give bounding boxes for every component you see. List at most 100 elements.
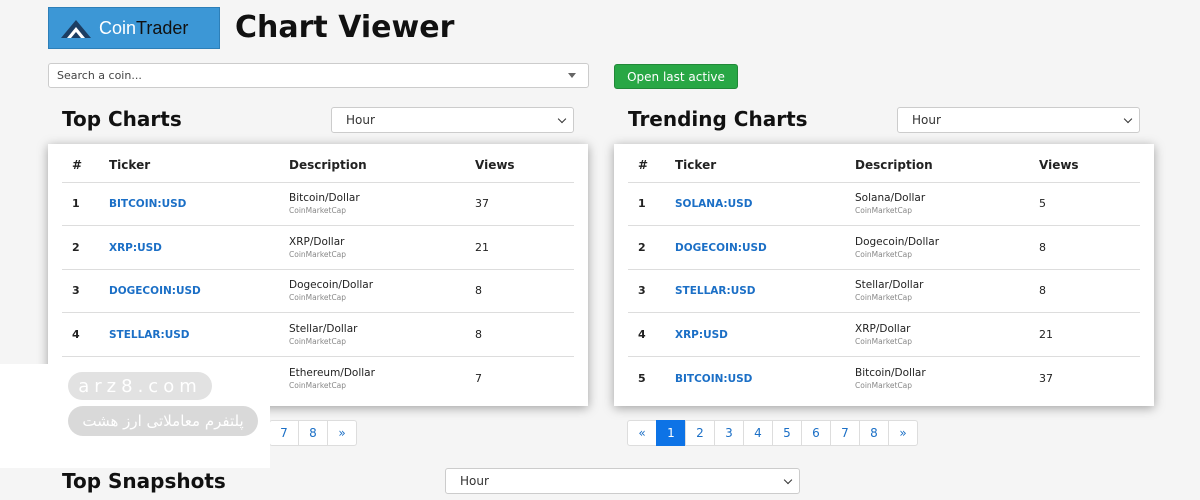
page-8-button[interactable]: 8	[859, 420, 889, 446]
source-text: CoinMarketCap	[289, 380, 347, 390]
ticker-link[interactable]: BITCOIN:USD	[675, 373, 752, 385]
table-header-row: # Ticker Description Views	[62, 148, 574, 183]
rank-cell: 4	[62, 312, 109, 357]
mountain-logo-icon	[61, 20, 91, 38]
watermark-tagline: پلتفرم معاملاتی ارز هشت	[68, 406, 258, 436]
col-rank-header: #	[628, 148, 675, 183]
table-row[interactable]: 1 BITCOIN:USD Bitcoin/Dollar CoinMarketCa…	[62, 182, 574, 226]
period-value: Hour	[460, 474, 489, 488]
col-ticker-header: Ticker	[675, 148, 855, 183]
description-text: Stellar/Dollar	[855, 279, 924, 292]
ticker-link[interactable]: DOGECOIN:USD	[109, 285, 201, 297]
page-8-button[interactable]: 8	[298, 420, 328, 446]
views-cell: 37	[475, 182, 574, 226]
caret-down-icon[interactable]	[568, 73, 576, 78]
ticker-link[interactable]: STELLAR:USD	[675, 285, 756, 297]
table-row[interactable]: 2 XRP:USD XRP/Dollar CoinMarketCap 21	[62, 225, 574, 270]
logo-text: CoinTrader	[99, 17, 189, 38]
page-3-button[interactable]: 3	[714, 420, 744, 446]
page-7-button[interactable]: 7	[830, 420, 860, 446]
table-row[interactable]: 3 STELLAR:USD Stellar/Dollar CoinMarketCa…	[628, 269, 1140, 313]
page-6-button[interactable]: 6	[801, 420, 831, 446]
ticker-link[interactable]: BITCOIN:USD	[109, 198, 186, 210]
source-text: CoinMarketCap	[855, 336, 913, 346]
ticker-link[interactable]: SOLANA:USD	[675, 198, 752, 210]
trending-charts-pagination: « 1 2 3 4 5 6 7 8 »	[627, 420, 918, 446]
table-row[interactable]: 3 DOGECOIN:USD Dogecoin/Dollar CoinMarket…	[62, 269, 574, 313]
source-text: CoinMarketCap	[855, 380, 913, 390]
description-text: Dogecoin/Dollar	[289, 279, 374, 292]
source-text: CoinMarketCap	[855, 293, 913, 303]
col-views-header: Views	[475, 148, 574, 183]
source-text: CoinMarketCap	[289, 206, 347, 216]
ticker-link[interactable]: STELLAR:USD	[109, 329, 190, 341]
open-last-active-button[interactable]: Open last active	[614, 64, 738, 89]
trending-charts-table: # Ticker Description Views 1 SOLANA:USD …	[628, 148, 1140, 400]
top-charts-period-select[interactable]: Hour	[331, 107, 574, 133]
rank-cell: 1	[628, 182, 675, 226]
trending-charts-card: # Ticker Description Views 1 SOLANA:USD …	[614, 144, 1154, 406]
description-text: Solana/Dollar	[855, 192, 926, 205]
page-4-button[interactable]: 4	[743, 420, 773, 446]
rank-cell: 3	[62, 269, 109, 313]
period-value: Hour	[912, 113, 941, 127]
trending-charts-period-select[interactable]: Hour	[897, 107, 1140, 133]
chevron-down-icon	[783, 475, 793, 484]
views-cell: 7	[475, 371, 482, 385]
rank-cell: 1	[62, 182, 109, 226]
table-row[interactable]: 5 BITCOIN:USD Bitcoin/Dollar CoinMarketCa…	[628, 356, 1140, 400]
views-cell: 8	[1039, 269, 1140, 313]
description-text: Dogecoin/Dollar	[855, 235, 940, 248]
rank-cell: 2	[628, 225, 675, 270]
description-text: Stellar/Dollar	[289, 322, 358, 335]
views-cell: 5	[1039, 182, 1140, 226]
table-row[interactable]: 2 DOGECOIN:USD Dogecoin/Dollar CoinMarket…	[628, 225, 1140, 270]
page-1-button[interactable]: 1	[656, 420, 686, 446]
rank-cell: 5	[638, 371, 646, 385]
rank-cell: 2	[62, 225, 109, 270]
ticker-link[interactable]: DOGECOIN:USD	[675, 242, 767, 254]
source-text: CoinMarketCap	[289, 293, 347, 303]
col-rank-header: #	[62, 148, 109, 183]
views-cell: 8	[475, 312, 574, 357]
table-header-row: # Ticker Description Views	[628, 148, 1140, 183]
coin-search-box[interactable]	[48, 63, 589, 88]
table-row[interactable]: 4 STELLAR:USD Stellar/Dollar CoinMarketCa…	[62, 312, 574, 357]
top-snapshots-title: Top Snapshots	[62, 469, 226, 493]
table-row[interactable]: 4 XRP:USD XRP/Dollar CoinMarketCap 21	[628, 312, 1140, 357]
prev-page-button[interactable]: «	[627, 420, 657, 446]
page-5-button[interactable]: 5	[772, 420, 802, 446]
page-7-button[interactable]: 7	[269, 420, 299, 446]
page-title: Chart Viewer	[235, 10, 455, 45]
period-value: Hour	[346, 113, 375, 127]
page-2-button[interactable]: 2	[685, 420, 715, 446]
top-charts-title: Top Charts	[62, 107, 182, 131]
views-cell: 37	[1039, 371, 1053, 385]
description-text: Bitcoin/Dollar	[855, 366, 926, 379]
views-cell: 21	[1039, 312, 1140, 357]
top-snapshots-period-select[interactable]: Hour	[445, 468, 800, 494]
search-input[interactable]	[57, 69, 568, 82]
source-text: CoinMarketCap	[855, 206, 913, 216]
next-page-button[interactable]: »	[327, 420, 357, 446]
ticker-link[interactable]: XRP:USD	[675, 329, 728, 341]
views-cell: 8	[475, 269, 574, 313]
table-row[interactable]: 1 SOLANA:USD Solana/Dollar CoinMarketCap …	[628, 182, 1140, 226]
source-text: CoinMarketCap	[855, 249, 913, 259]
ticker-link[interactable]: XRP:USD	[109, 242, 162, 254]
col-ticker-header: Ticker	[109, 148, 289, 183]
trending-charts-title: Trending Charts	[628, 107, 808, 131]
watermark-url: arz8.com	[68, 372, 212, 400]
rank-cell: 4	[628, 312, 675, 357]
chevron-down-icon	[557, 114, 567, 123]
next-page-button[interactable]: »	[888, 420, 918, 446]
col-views-header: Views	[1039, 148, 1140, 183]
description-text: XRP/Dollar	[855, 322, 911, 335]
source-text: CoinMarketCap	[289, 336, 347, 346]
cointrader-logo[interactable]: CoinTrader	[48, 7, 220, 49]
rank-cell: 3	[628, 269, 675, 313]
source-text: CoinMarketCap	[289, 249, 347, 259]
top-charts-pagination: 7 8 »	[269, 420, 357, 446]
views-cell: 8	[1039, 225, 1140, 270]
col-description-header: Description	[855, 148, 1039, 183]
